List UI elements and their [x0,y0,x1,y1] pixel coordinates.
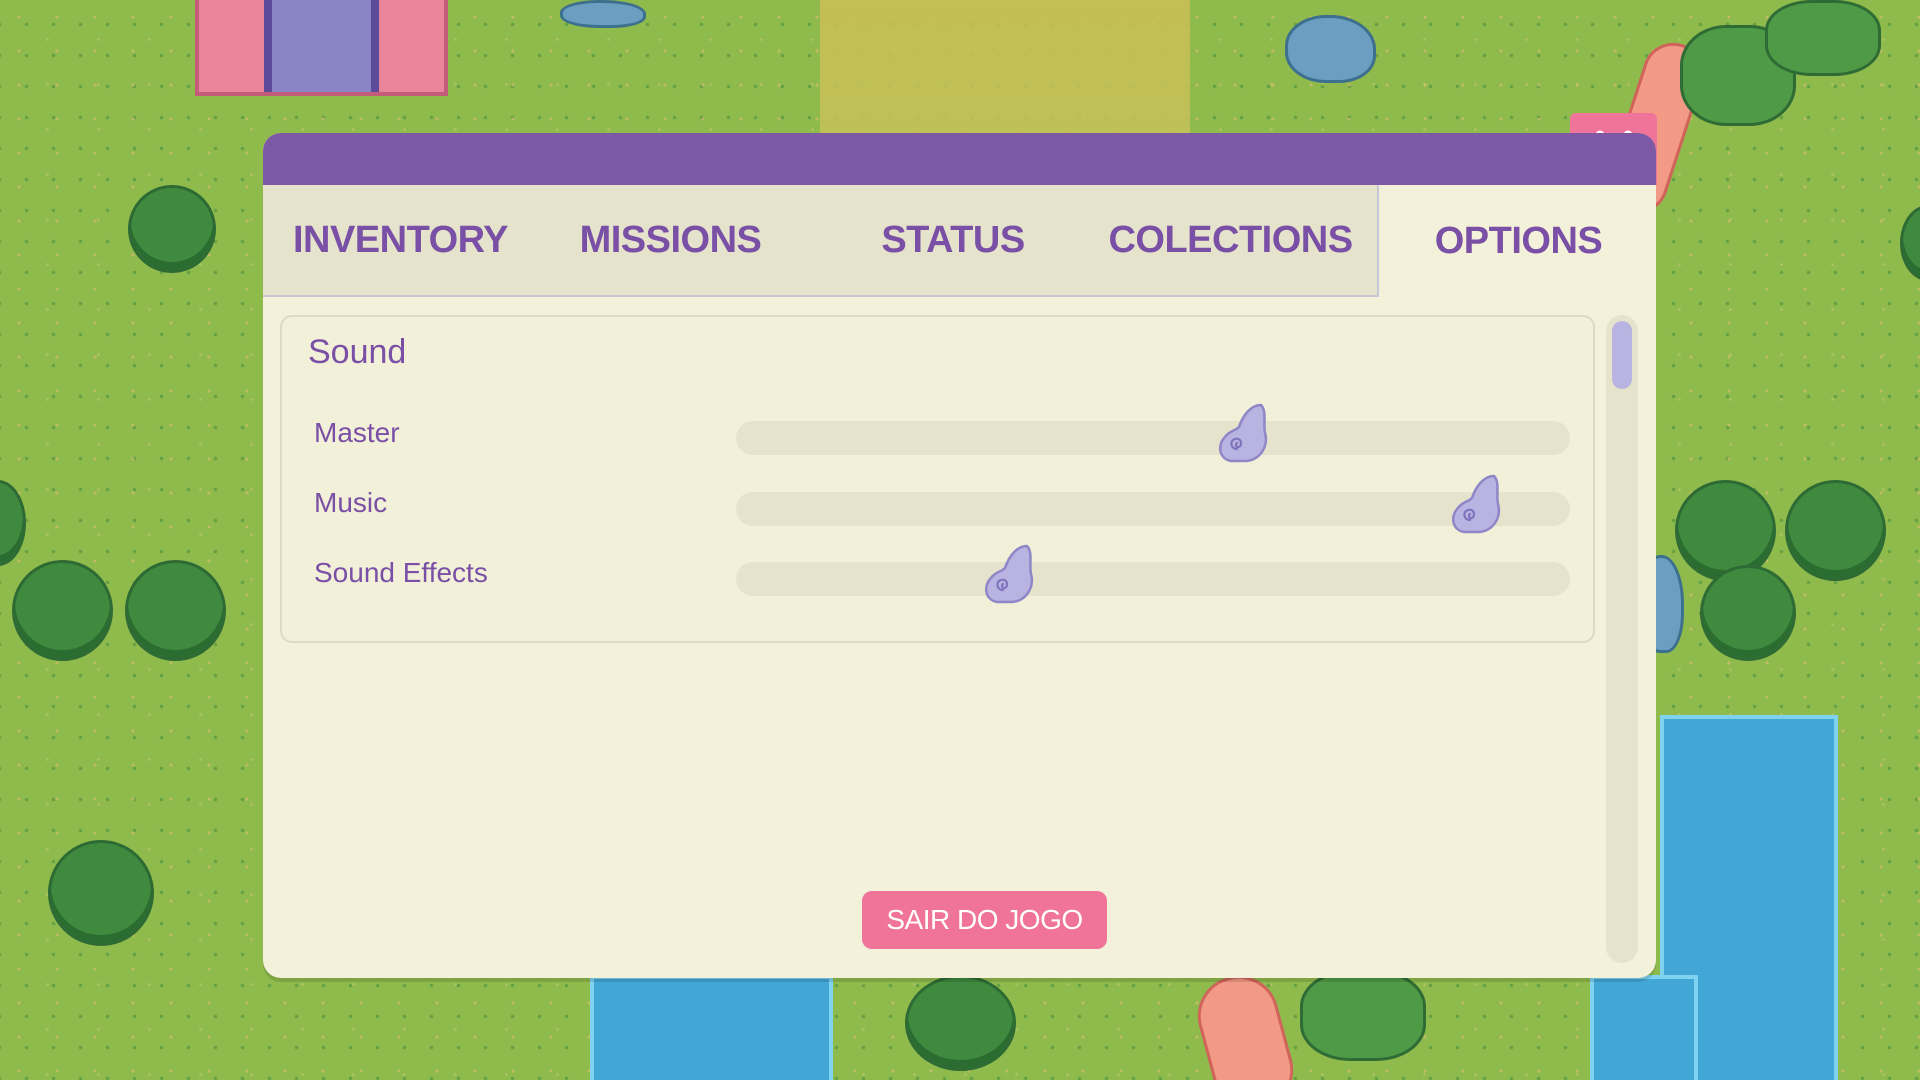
tab-status[interactable]: STATUS [823,185,1083,295]
bush [0,480,26,566]
tab-options[interactable]: OPTIONS [1377,185,1656,297]
slider-thumb[interactable] [1450,472,1506,538]
panel-header [263,133,1656,185]
music-slider[interactable] [736,474,1570,534]
slider-label-master: Master [314,417,400,448]
bush [905,975,1016,1071]
menu-panel: INVENTORY MISSIONS STATUS COLECTIONS OPT… [263,133,1656,978]
rock [1285,15,1376,83]
tree-crown [1765,0,1881,76]
tab-colections[interactable]: COLECTIONS [1098,185,1363,295]
bush [1700,565,1796,661]
snail-shell-icon [1452,474,1501,534]
tree-trunk [1188,966,1303,1080]
dirt-path [820,0,1190,140]
slider-thumb[interactable] [1217,401,1273,467]
house [195,0,448,96]
house-door [264,0,379,92]
water [590,975,833,1080]
tab-bar: INVENTORY MISSIONS STATUS COLECTIONS OPT… [263,185,1656,297]
bush [12,560,113,661]
bush [128,185,216,273]
master-slider[interactable] [736,403,1570,463]
snail-shell-icon [985,544,1034,604]
sound-section: Sound Master Music Sound Effects [280,315,1595,643]
section-title: Sound [308,333,407,371]
rock [560,0,646,28]
bush [125,560,226,661]
scrollbar-thumb[interactable] [1612,321,1632,389]
tree-crown [1300,970,1426,1061]
tab-missions[interactable]: MISSIONS [538,185,803,295]
sound-effects-slider[interactable] [736,544,1570,604]
slider-thumb[interactable] [983,542,1039,608]
quit-game-button[interactable]: SAIR DO JOGO [862,891,1107,949]
bush [48,840,154,946]
scrollbar[interactable] [1606,315,1638,963]
slider-label-sound-effects: Sound Effects [314,557,488,588]
slider-label-music: Music [314,487,388,518]
bush [1900,205,1920,281]
water [1590,975,1698,1080]
tab-inventory[interactable]: INVENTORY [263,185,538,295]
snail-shell-icon [1218,403,1267,463]
bush [1785,480,1886,581]
